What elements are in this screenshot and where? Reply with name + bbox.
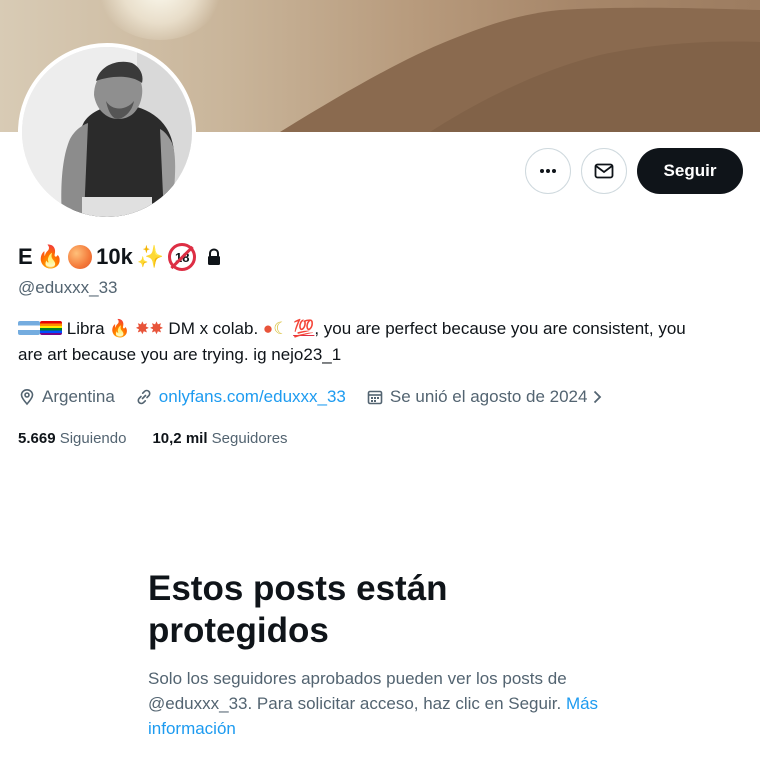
profile-avatar[interactable] xyxy=(18,43,196,221)
sparkles-emoji: ✨ xyxy=(136,244,165,270)
follow-button[interactable]: Seguir xyxy=(637,148,743,194)
following-label: Siguiendo xyxy=(59,430,127,447)
flame-emoji: 🔥 xyxy=(36,244,65,270)
protected-posts-notice: Estos posts están protegidos Solo los se… xyxy=(148,568,618,741)
more-options-button[interactable] xyxy=(525,148,571,194)
followers-stat[interactable]: 10,2 mil Seguidores xyxy=(152,430,287,447)
protected-body: Solo los seguidores aprobados pueden ver… xyxy=(148,666,618,741)
banana-emoji: ☾ xyxy=(273,319,289,338)
location-text: Argentina xyxy=(42,387,115,406)
bio-text-1: Libra xyxy=(66,319,105,338)
website-link[interactable]: onlyfans.com/eduxxx_33 xyxy=(159,387,346,407)
lock-icon xyxy=(208,248,221,265)
following-stat[interactable]: 5.669 Siguiendo xyxy=(18,430,126,447)
location: Argentina xyxy=(18,387,115,407)
display-name: E 🔥 10k ✨ 18 xyxy=(18,240,222,274)
peach-emoji xyxy=(68,245,93,269)
website[interactable]: onlyfans.com/eduxxx_33 xyxy=(135,387,346,407)
adult-badge-icon: 18 xyxy=(168,243,197,271)
more-dots-icon xyxy=(540,169,556,173)
hundred-emoji: 💯 xyxy=(293,319,315,338)
avatar-photo xyxy=(22,47,192,217)
joined-date[interactable]: Se unió el agosto de 2024 xyxy=(366,387,612,407)
profile-handle: @eduxxx_33 xyxy=(18,278,118,297)
followers-label: Seguidores xyxy=(211,430,288,447)
calendar-icon xyxy=(367,390,383,405)
following-count: 5.669 xyxy=(18,430,56,447)
flame-emoji: 🔥 xyxy=(109,319,131,338)
argentina-flag-icon xyxy=(18,321,40,335)
profile-bio: Libra 🔥 ✸✸ DM x colab. ●☾ 💯, you are per… xyxy=(18,316,708,368)
joined-text: Se unió el agosto de 2024 xyxy=(389,387,588,406)
protected-title: Estos posts están protegidos xyxy=(148,569,448,650)
link-icon xyxy=(137,389,151,405)
collision-emoji: ✸✸ xyxy=(135,319,164,338)
followers-count: 10,2 mil xyxy=(152,430,208,447)
envelope-icon xyxy=(594,163,614,179)
peach-emoji: ● xyxy=(262,319,274,338)
protected-body-text: Solo los seguidores aprobados pueden ver… xyxy=(148,669,567,713)
profile-stats: 5.669 Siguiendo 10,2 mil Seguidores xyxy=(18,430,314,447)
profile-meta: Argentina onlyfans.com/eduxxx_33 Se unió… xyxy=(18,384,631,410)
display-name-count: 10k xyxy=(96,244,133,269)
rainbow-flag-icon xyxy=(40,321,62,335)
message-button[interactable] xyxy=(581,148,627,194)
chevron-right-icon xyxy=(594,390,602,404)
display-name-initial: E xyxy=(18,244,33,269)
location-pin-icon xyxy=(20,388,34,406)
bio-text-2: DM x colab. xyxy=(168,319,259,338)
